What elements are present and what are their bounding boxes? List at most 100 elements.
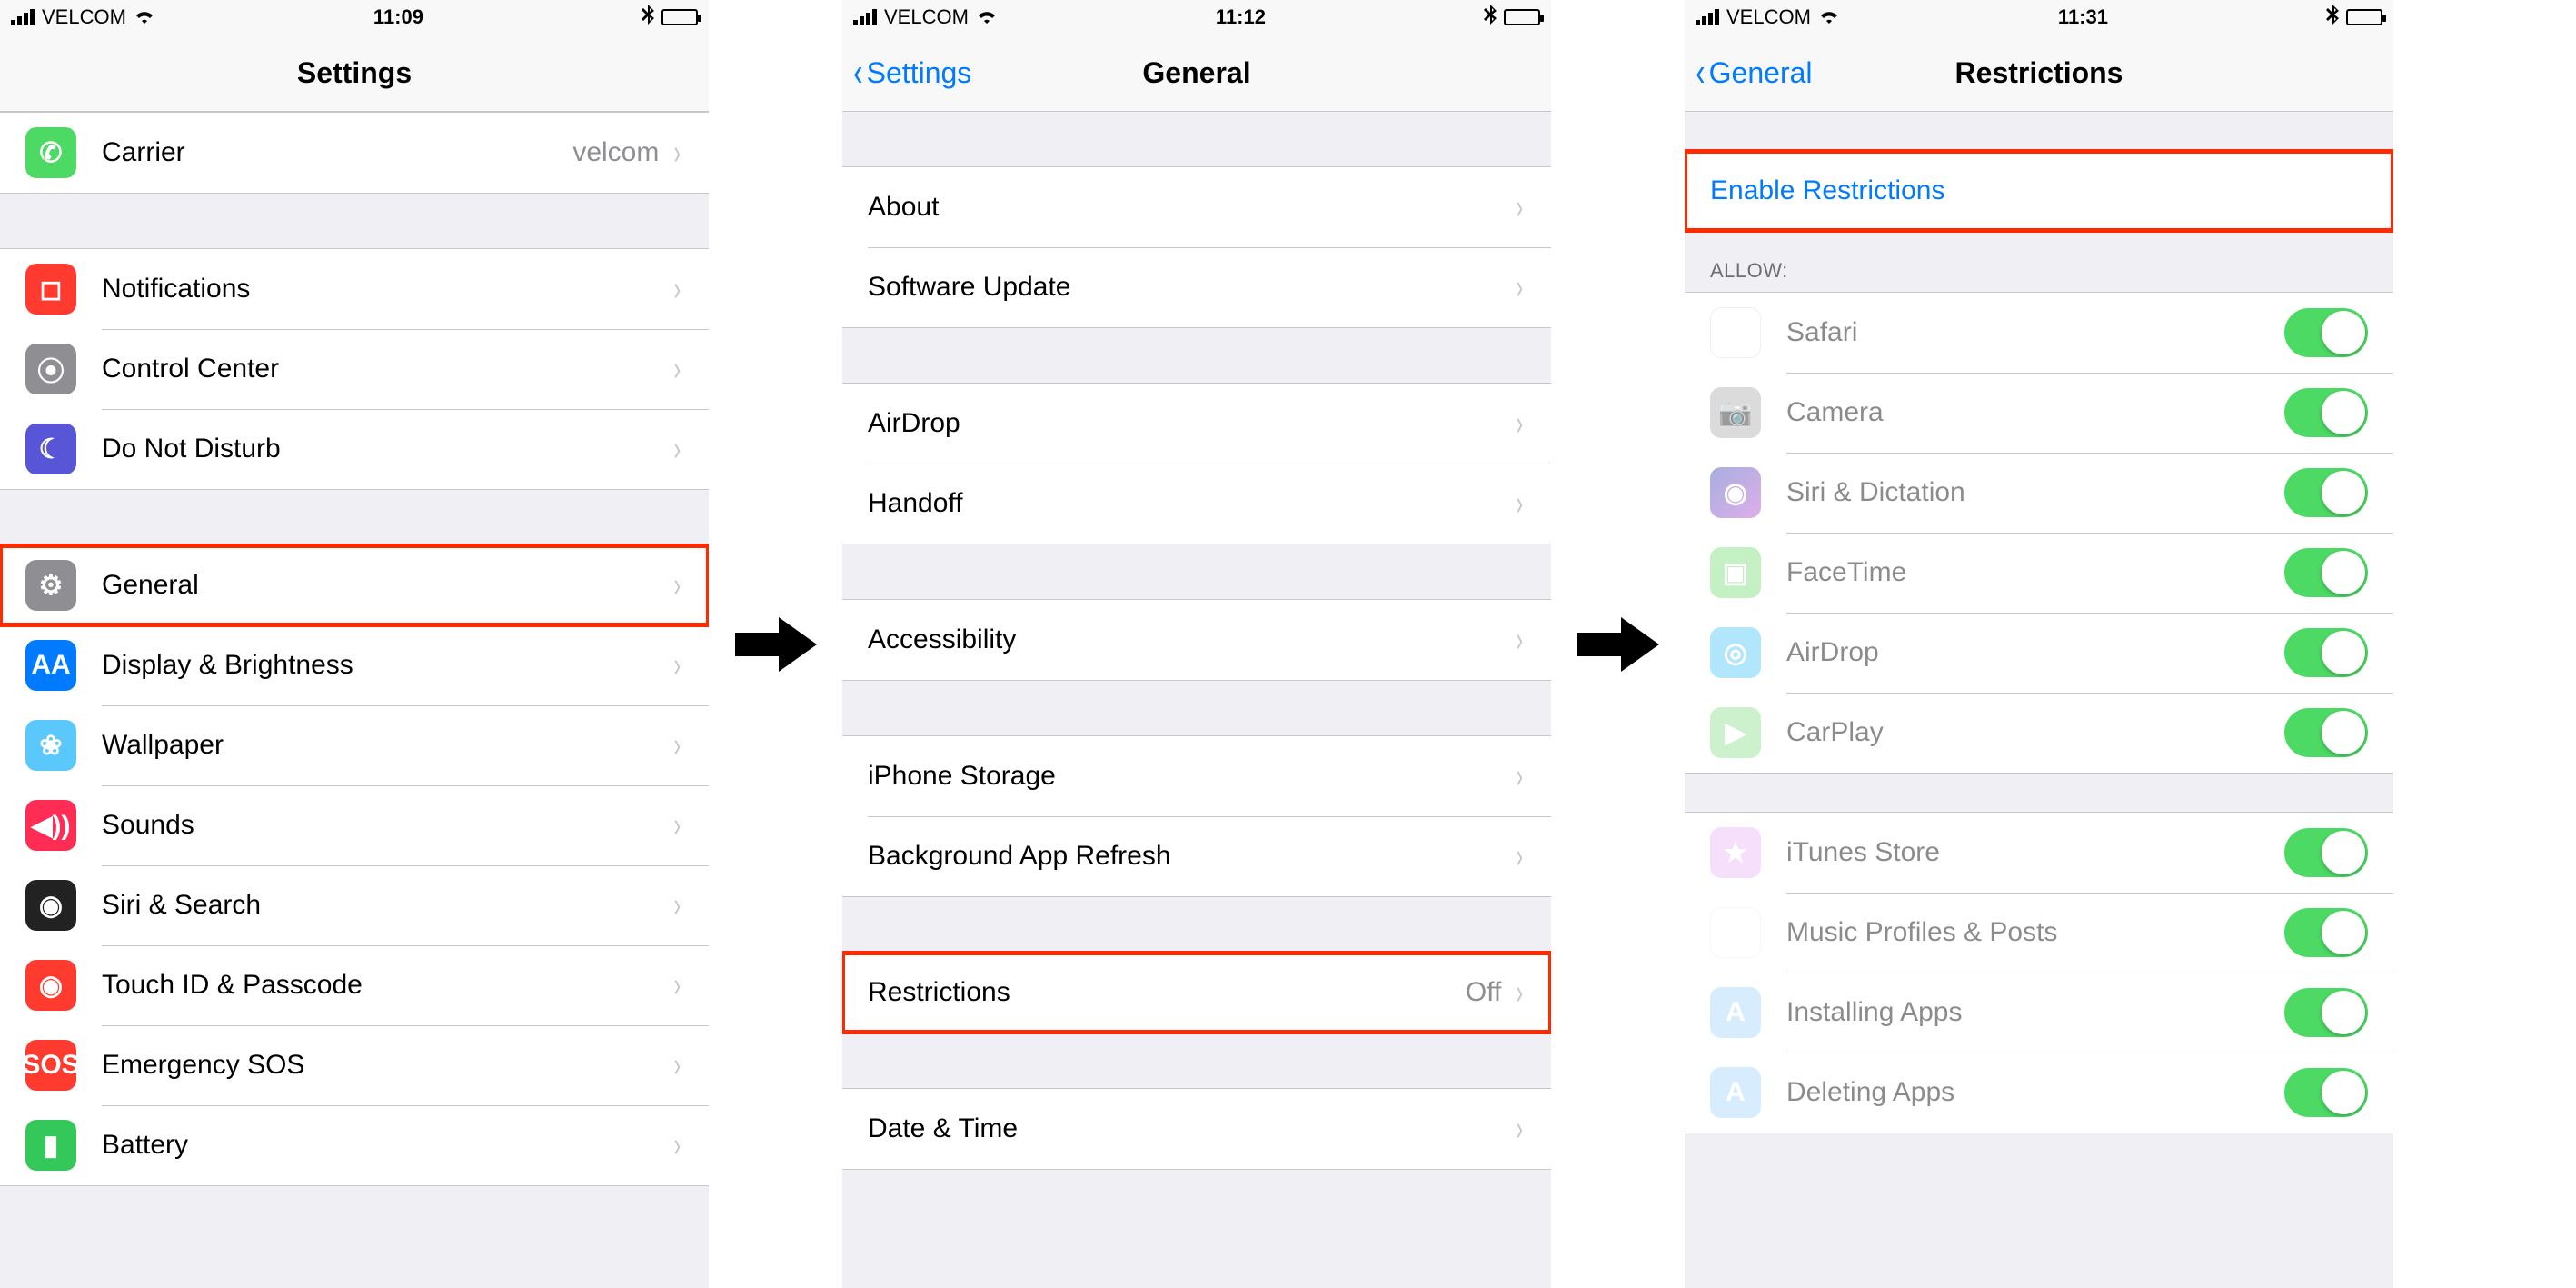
settings-row-sounds[interactable]: ◀))Sounds› — [0, 785, 709, 865]
row-label: Safari — [1786, 317, 2284, 348]
chevron-left-icon: ‹ — [1696, 53, 1705, 93]
chevron-left-icon: ‹ — [853, 53, 862, 93]
general-row-storage[interactable]: iPhone Storage› — [842, 736, 1551, 816]
notifications-icon: ◻ — [25, 264, 76, 315]
enable-restrictions-row[interactable]: Enable Restrictions — [1685, 151, 2393, 231]
dnd-icon: ☾ — [25, 424, 76, 474]
toggle-install[interactable] — [2284, 988, 2368, 1037]
chevron-right-icon: › — [1517, 621, 1524, 660]
row-label: Display & Brightness — [102, 650, 668, 681]
screen-settings: VELCOM 11:09 Settings ✆Carriervelcom›◻No… — [0, 0, 709, 1288]
display-icon: AA — [25, 640, 76, 691]
step-arrow — [1551, 0, 1685, 1288]
safari-icon: ◎ — [1710, 307, 1761, 358]
airdrop-icon: ◎ — [1710, 627, 1761, 678]
allow-row-itunes: ★iTunes Store — [1685, 813, 2393, 893]
control-center-icon: ⦿ — [25, 344, 76, 394]
toggle-facetime[interactable] — [2284, 548, 2368, 597]
chevron-right-icon: › — [1517, 268, 1524, 307]
chevron-right-icon: › — [674, 566, 681, 605]
clock-label: 11:31 — [2058, 5, 2108, 29]
row-label: Carrier — [102, 137, 572, 168]
settings-row-dnd[interactable]: ☾Do Not Disturb› — [0, 409, 709, 489]
battery-icon: ▮ — [25, 1120, 76, 1171]
row-label: Touch ID & Passcode — [102, 970, 668, 1001]
row-label: AirDrop — [868, 408, 1510, 439]
toggle-camera[interactable] — [2284, 388, 2368, 437]
row-label: About — [868, 192, 1510, 223]
screen-general: VELCOM 11:12 ‹ Settings General About›So… — [842, 0, 1551, 1288]
status-bar: VELCOM 11:09 — [0, 0, 709, 35]
signal-bars-icon — [11, 9, 35, 25]
bluetooth-icon — [642, 5, 654, 30]
chevron-right-icon: › — [1517, 404, 1524, 444]
settings-row-touchid[interactable]: ◉Touch ID & Passcode› — [0, 945, 709, 1025]
restrictions-list[interactable]: Enable RestrictionsALLOW:◎Safari📷Camera◉… — [1685, 112, 2393, 1288]
nav-bar: ‹ Settings General — [842, 35, 1551, 112]
settings-row-display[interactable]: AADisplay & Brightness› — [0, 625, 709, 705]
general-row-airdrop[interactable]: AirDrop› — [842, 384, 1551, 464]
back-button[interactable]: ‹ General — [1694, 53, 1813, 93]
settings-row-general[interactable]: ⚙General› — [0, 545, 709, 625]
chevron-right-icon: › — [674, 726, 681, 765]
allow-row-camera: 📷Camera — [1685, 373, 2393, 453]
toggle-music[interactable] — [2284, 908, 2368, 957]
toggle-siridict[interactable] — [2284, 468, 2368, 517]
status-bar: VELCOM 11:31 — [1685, 0, 2393, 35]
row-label: Do Not Disturb — [102, 434, 668, 464]
battery-icon — [1504, 9, 1540, 25]
general-row-bgrefresh[interactable]: Background App Refresh› — [842, 816, 1551, 896]
chevron-right-icon: › — [1517, 188, 1524, 227]
toggle-airdrop[interactable] — [2284, 628, 2368, 677]
carrier-label: VELCOM — [42, 5, 126, 29]
allow-row-airdrop: ◎AirDrop — [1685, 613, 2393, 693]
settings-row-wallpaper[interactable]: ❀Wallpaper› — [0, 705, 709, 785]
general-row-datetime[interactable]: Date & Time› — [842, 1089, 1551, 1169]
delete-icon: A — [1710, 1067, 1761, 1118]
general-row-handoff[interactable]: Handoff› — [842, 464, 1551, 544]
bluetooth-icon — [1484, 5, 1497, 30]
settings-row-sos[interactable]: SOSEmergency SOS› — [0, 1025, 709, 1105]
chevron-right-icon: › — [674, 270, 681, 309]
row-label: iPhone Storage — [868, 761, 1510, 792]
toggle-carplay[interactable] — [2284, 708, 2368, 757]
settings-row-notifications[interactable]: ◻Notifications› — [0, 249, 709, 329]
general-row-accessibility[interactable]: Accessibility› — [842, 600, 1551, 680]
settings-row-battery[interactable]: ▮Battery› — [0, 1105, 709, 1185]
row-value: Off — [1466, 977, 1501, 1008]
row-label: Software Update — [868, 272, 1510, 303]
toggle-delete[interactable] — [2284, 1068, 2368, 1117]
page-title: Restrictions — [1955, 56, 2123, 90]
row-label: Accessibility — [868, 624, 1510, 655]
general-list[interactable]: About›Software Update›AirDrop›Handoff›Ac… — [842, 112, 1551, 1288]
toggle-itunes[interactable] — [2284, 828, 2368, 877]
battery-icon — [661, 9, 698, 25]
row-label: Deleting Apps — [1786, 1077, 2284, 1108]
settings-row-carrier[interactable]: ✆Carriervelcom› — [0, 113, 709, 193]
wifi-icon — [1818, 5, 1840, 29]
signal-bars-icon — [1696, 9, 1719, 25]
row-label: Handoff — [868, 488, 1510, 519]
settings-row-control-center[interactable]: ⦿Control Center› — [0, 329, 709, 409]
row-label: FaceTime — [1786, 557, 2284, 588]
allow-header: ALLOW: — [1685, 232, 2393, 292]
back-button[interactable]: ‹ Settings — [851, 53, 971, 93]
row-label: Music Profiles & Posts — [1786, 917, 2284, 948]
general-row-swupdate[interactable]: Software Update› — [842, 247, 1551, 327]
itunes-icon: ★ — [1710, 827, 1761, 878]
allow-row-install: AInstalling Apps — [1685, 973, 2393, 1053]
chevron-right-icon: › — [1517, 973, 1524, 1013]
allow-row-delete: A Deleting Apps — [1685, 1053, 2393, 1133]
general-row-restrictions[interactable]: RestrictionsOff› — [842, 953, 1551, 1033]
step-arrow — [709, 0, 842, 1288]
row-label: Sounds — [102, 810, 668, 841]
general-row-about[interactable]: About› — [842, 167, 1551, 247]
row-label: Camera — [1786, 397, 2284, 428]
toggle-safari[interactable] — [2284, 308, 2368, 357]
row-label: CarPlay — [1786, 717, 2284, 748]
row-label: Control Center — [102, 354, 668, 384]
row-label: Battery — [102, 1130, 668, 1161]
page-title: General — [1142, 56, 1250, 90]
settings-row-siri[interactable]: ◉Siri & Search› — [0, 865, 709, 945]
settings-list[interactable]: ✆Carriervelcom› ◻Notifications› ⦿ Control C… — [0, 112, 709, 1288]
